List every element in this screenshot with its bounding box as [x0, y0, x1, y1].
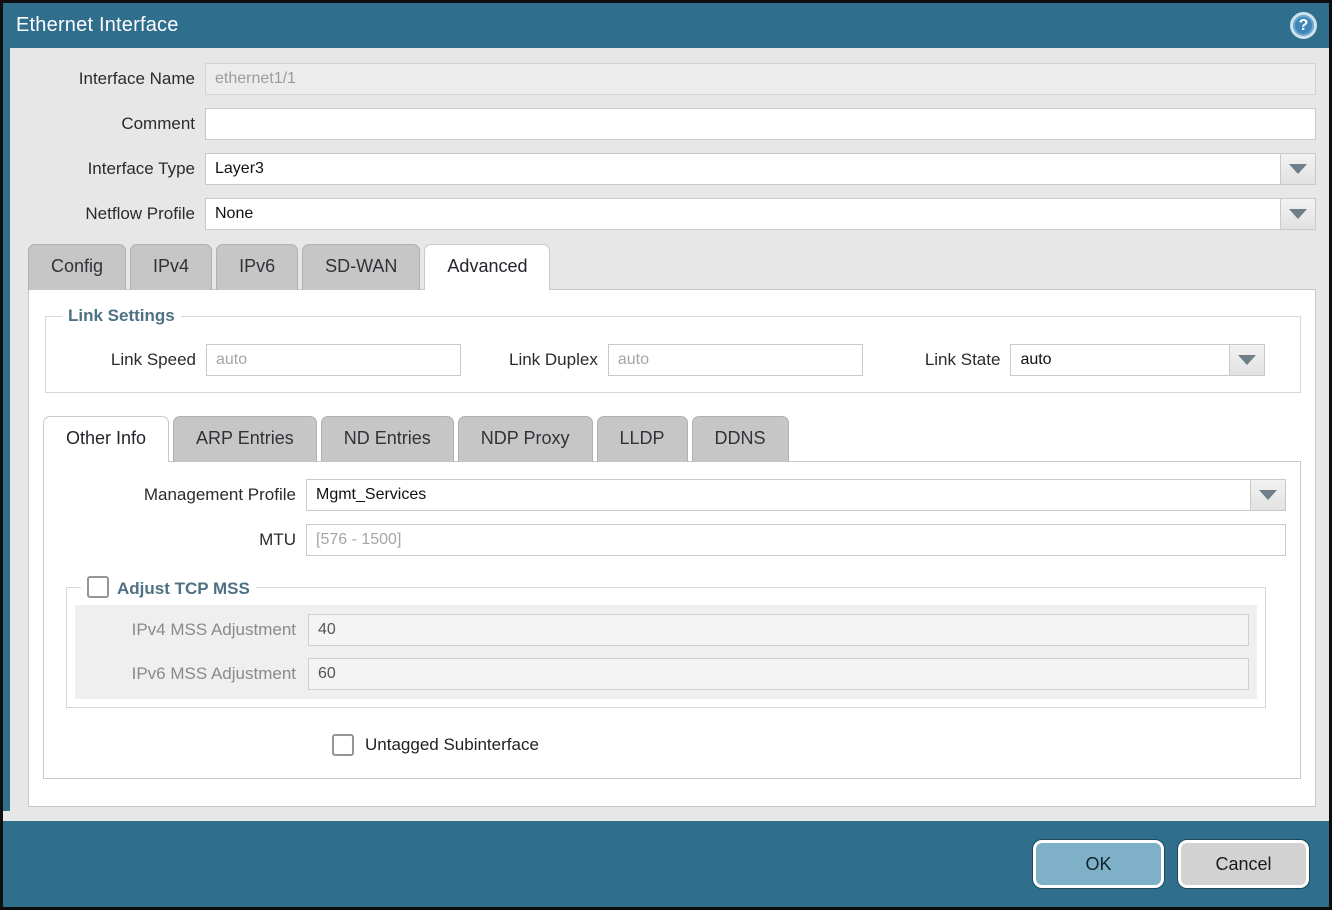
interface-type-row: Interface Type: [10, 153, 1316, 185]
interface-name-row: Interface Name: [10, 63, 1316, 95]
interface-name-label: Interface Name: [10, 69, 205, 89]
untagged-subinterface-row: Untagged Subinterface: [332, 734, 1286, 756]
untagged-subinterface-checkbox[interactable]: [332, 734, 354, 756]
ipv4-mss-row: IPv4 MSS Adjustment: [83, 614, 1249, 646]
link-speed-input[interactable]: [206, 344, 461, 376]
link-state-dropdown-button[interactable]: [1229, 344, 1265, 376]
cancel-button[interactable]: Cancel: [1178, 840, 1309, 888]
interface-type-dropdown[interactable]: [205, 153, 1316, 185]
chevron-down-icon: [1238, 355, 1256, 365]
advanced-tab-panel: Link Settings Link Speed Link Duplex Lin…: [28, 289, 1316, 807]
chevron-down-icon: [1259, 490, 1277, 500]
ethernet-interface-dialog: Ethernet Interface ? Interface Name Comm…: [0, 0, 1332, 910]
link-settings-legend: Link Settings: [62, 306, 181, 326]
mss-disabled-box: IPv4 MSS Adjustment IPv6 MSS Adjustment: [75, 605, 1257, 699]
tab-config[interactable]: Config: [28, 244, 126, 290]
tab-ddns[interactable]: DDNS: [692, 416, 789, 462]
other-info-panel: Management Profile MTU: [43, 461, 1301, 779]
mtu-row: MTU: [44, 524, 1286, 556]
tab-advanced[interactable]: Advanced: [424, 244, 550, 290]
ipv4-mss-label: IPv4 MSS Adjustment: [83, 620, 308, 640]
dialog-title: Ethernet Interface: [16, 14, 179, 37]
ipv6-mss-input: [308, 658, 1249, 690]
interface-type-label: Interface Type: [10, 159, 205, 179]
link-speed-label: Link Speed: [56, 350, 206, 370]
link-state-label: Link State: [925, 350, 1011, 370]
interface-name-input: [205, 63, 1316, 95]
netflow-profile-row: Netflow Profile: [10, 198, 1316, 230]
adjust-tcp-mss-fieldset: Adjust TCP MSS IPv4 MSS Adjustment IPv6 …: [66, 576, 1266, 708]
chevron-down-icon: [1289, 164, 1307, 174]
dialog-footer: OK Cancel: [3, 821, 1329, 907]
adjust-tcp-mss-legend: Adjust TCP MSS: [81, 576, 256, 599]
tab-ipv4[interactable]: IPv4: [130, 244, 212, 290]
comment-label: Comment: [10, 114, 205, 134]
chevron-down-icon: [1289, 209, 1307, 219]
ipv4-mss-input: [308, 614, 1249, 646]
netflow-profile-dropdown-button[interactable]: [1280, 198, 1316, 230]
netflow-profile-dropdown[interactable]: [205, 198, 1316, 230]
link-duplex-input[interactable]: [608, 344, 863, 376]
link-settings-fieldset: Link Settings Link Speed Link Duplex Lin…: [45, 306, 1301, 393]
management-profile-dropdown[interactable]: [306, 479, 1286, 511]
ipv6-mss-row: IPv6 MSS Adjustment: [83, 658, 1249, 690]
link-duplex-label: Link Duplex: [509, 350, 608, 370]
comment-input[interactable]: [205, 108, 1316, 140]
comment-row: Comment: [10, 108, 1316, 140]
management-profile-value[interactable]: [306, 479, 1250, 511]
management-profile-row: Management Profile: [44, 479, 1286, 511]
dialog-body: Interface Name Comment Interface Type Ne…: [3, 48, 1329, 811]
main-tab-bar: Config IPv4 IPv6 SD-WAN Advanced: [10, 243, 1316, 289]
tab-lldp[interactable]: LLDP: [597, 416, 688, 462]
mtu-input[interactable]: [306, 524, 1286, 556]
adjust-tcp-mss-legend-text: Adjust TCP MSS: [117, 579, 250, 598]
untagged-subinterface-label: Untagged Subinterface: [365, 735, 539, 755]
link-state-value[interactable]: [1010, 344, 1229, 376]
tab-ipv6[interactable]: IPv6: [216, 244, 298, 290]
adjust-tcp-mss-checkbox[interactable]: [87, 576, 109, 598]
help-icon[interactable]: ?: [1290, 12, 1317, 39]
tab-arp-entries[interactable]: ARP Entries: [173, 416, 317, 462]
tab-other-info[interactable]: Other Info: [43, 416, 169, 462]
interface-type-dropdown-button[interactable]: [1280, 153, 1316, 185]
ok-button[interactable]: OK: [1033, 840, 1164, 888]
tab-sdwan[interactable]: SD-WAN: [302, 244, 420, 290]
link-state-dropdown[interactable]: [1010, 344, 1265, 376]
inner-tab-bar: Other Info ARP Entries ND Entries NDP Pr…: [43, 415, 1303, 461]
tab-nd-entries[interactable]: ND Entries: [321, 416, 454, 462]
dialog-titlebar: Ethernet Interface ?: [3, 3, 1329, 48]
interface-type-value[interactable]: [205, 153, 1280, 185]
mtu-label: MTU: [44, 530, 306, 550]
tab-ndp-proxy[interactable]: NDP Proxy: [458, 416, 593, 462]
netflow-profile-value[interactable]: [205, 198, 1280, 230]
ipv6-mss-label: IPv6 MSS Adjustment: [83, 664, 308, 684]
management-profile-label: Management Profile: [44, 485, 306, 505]
management-profile-dropdown-button[interactable]: [1250, 479, 1286, 511]
netflow-profile-label: Netflow Profile: [10, 204, 205, 224]
